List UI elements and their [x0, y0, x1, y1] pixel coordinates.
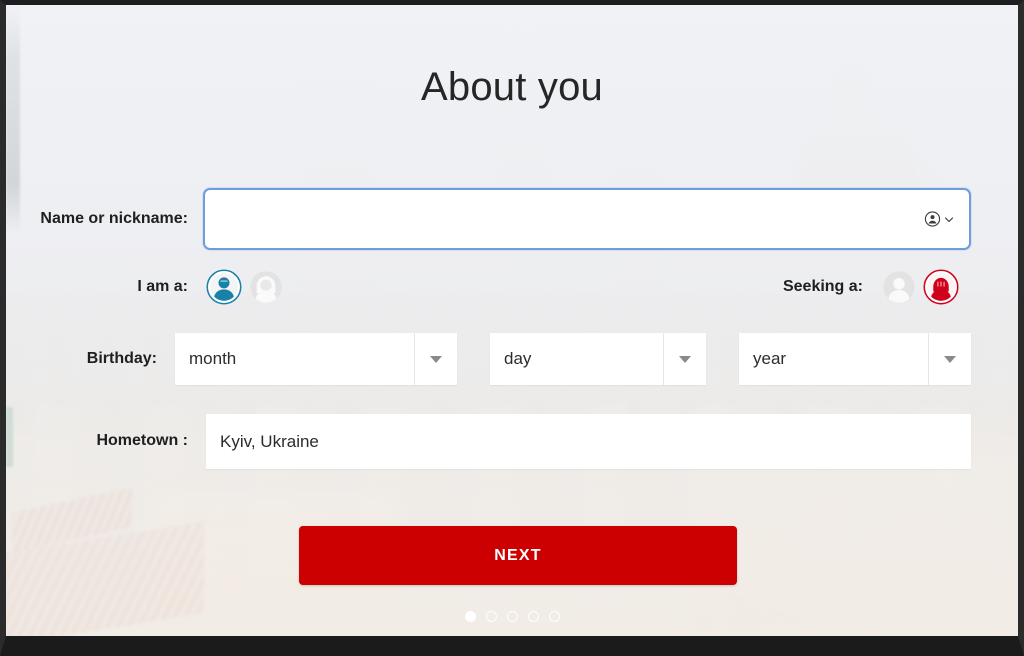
pagination-dots — [6, 611, 1018, 622]
name-field-wrapper[interactable] — [203, 188, 971, 250]
male-avatar-icon — [883, 271, 915, 303]
triangle-down-icon — [679, 355, 691, 363]
triangle-down-icon — [430, 355, 442, 363]
birthday-month-value: month — [189, 349, 237, 368]
i-am-a-label: I am a: — [137, 277, 188, 295]
seeking-a-male-option[interactable] — [881, 269, 917, 305]
hometown-label: Hometown : — [96, 432, 188, 450]
birthday-year-select[interactable]: year — [739, 333, 971, 385]
birthday-day-arrow[interactable] — [663, 333, 706, 385]
hometown-field-wrapper[interactable] — [206, 414, 971, 469]
i-am-a-options — [206, 269, 284, 305]
pagination-dot-3[interactable] — [506, 611, 518, 622]
pagination-dot-1[interactable] — [464, 611, 476, 622]
birthday-month-arrow[interactable] — [414, 333, 457, 385]
triangle-down-icon — [944, 355, 956, 363]
seeking-a-female-option[interactable] — [923, 269, 959, 305]
i-am-a-female-option[interactable] — [248, 269, 284, 305]
next-button[interactable]: NEXT — [299, 526, 737, 585]
birthday-day-value: day — [504, 349, 532, 368]
pagination-dot-4[interactable] — [527, 611, 539, 622]
birthday-row: Birthday: month day year — [6, 333, 971, 385]
male-avatar-icon — [206, 269, 242, 305]
hometown-input[interactable] — [206, 414, 971, 469]
seeking-a-label: Seeking a: — [782, 277, 863, 295]
pagination-dot-5[interactable] — [548, 611, 560, 622]
female-avatar-icon — [250, 271, 282, 303]
seeking-a-row: Seeking a: — [783, 269, 959, 305]
person-circle-icon — [924, 211, 941, 227]
browser-window: About you Name or nickname: I am a: Seek… — [0, 0, 1024, 656]
birthday-label: Birthday: — [86, 349, 157, 367]
autofill-indicator[interactable] — [924, 211, 955, 228]
birthday-day-select[interactable]: day — [490, 333, 706, 385]
hometown-row: Hometown : — [6, 414, 971, 469]
birthday-year-value: year — [753, 349, 787, 368]
name-row: Name or nickname: — [6, 188, 971, 250]
birthday-year-arrow[interactable] — [928, 333, 971, 385]
female-avatar-icon — [923, 269, 959, 305]
pagination-dot-2[interactable] — [485, 611, 497, 622]
i-am-a-male-option[interactable] — [206, 269, 242, 305]
page-title: About you — [421, 65, 603, 109]
name-label: Name or nickname: — [40, 209, 188, 227]
name-input[interactable] — [205, 190, 969, 248]
chevron-down-icon — [944, 216, 954, 222]
signup-form: About you Name or nickname: I am a: Seek… — [6, 5, 1018, 636]
birthday-selects: month day year — [175, 333, 971, 385]
birthday-month-select[interactable]: month — [175, 333, 457, 385]
